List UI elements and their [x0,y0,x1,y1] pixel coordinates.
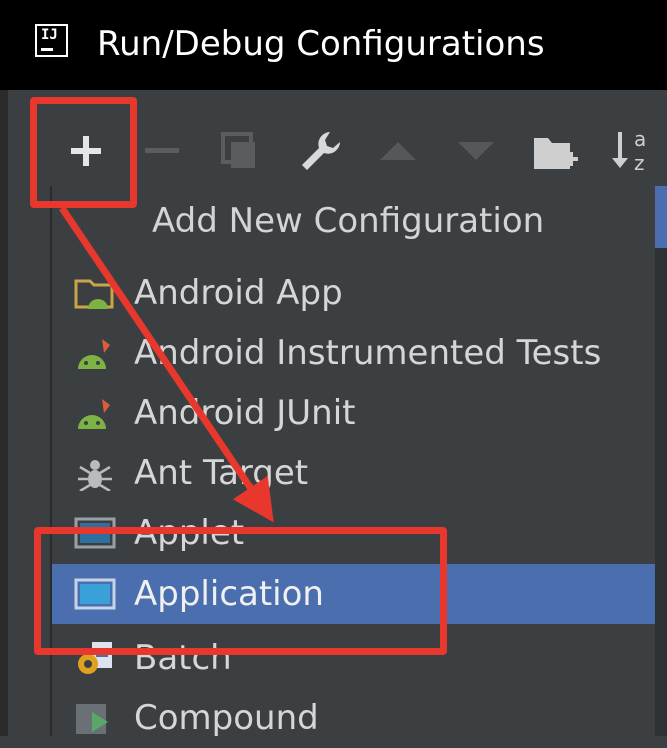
right-panel-edge [653,186,667,736]
annotation-box-application [34,527,447,655]
title-bar: IJ Run/Debug Configurations [0,0,667,90]
annotation-box-add-button [30,97,137,208]
sort-button[interactable]: a z [608,124,664,176]
android-junit-icon [78,399,110,429]
left-edge [0,90,8,736]
android-test-icon [78,339,110,369]
svg-text:a: a [634,127,646,151]
popup-header: Add New Configuration [52,186,655,256]
menu-item-compound[interactable]: Compound [52,688,655,748]
edit-defaults-button[interactable] [296,128,344,176]
move-down-button[interactable] [458,142,494,160]
sort-az-icon: a z [612,127,646,175]
wrench-icon [302,132,340,170]
intellij-logo-icon: IJ [35,24,68,57]
new-folder-button[interactable] [532,130,582,174]
menu-item-ant-target[interactable]: Ant Target [52,443,655,503]
menu-item-android-app[interactable]: Android App [52,263,655,323]
window-title: Run/Debug Configurations [97,24,545,64]
menu-item-android-instrumented-tests[interactable]: Android Instrumented Tests [52,323,655,383]
ant-icon [78,460,112,491]
android-app-icon [74,279,114,309]
folder-add-icon [534,138,578,169]
move-up-button[interactable] [380,142,416,160]
svg-text:z: z [634,151,645,175]
copy-configuration-button[interactable] [221,132,261,172]
remove-configuration-button[interactable] [145,148,179,153]
menu-item-android-junit[interactable]: Android JUnit [52,383,655,443]
compound-icon [76,704,108,734]
